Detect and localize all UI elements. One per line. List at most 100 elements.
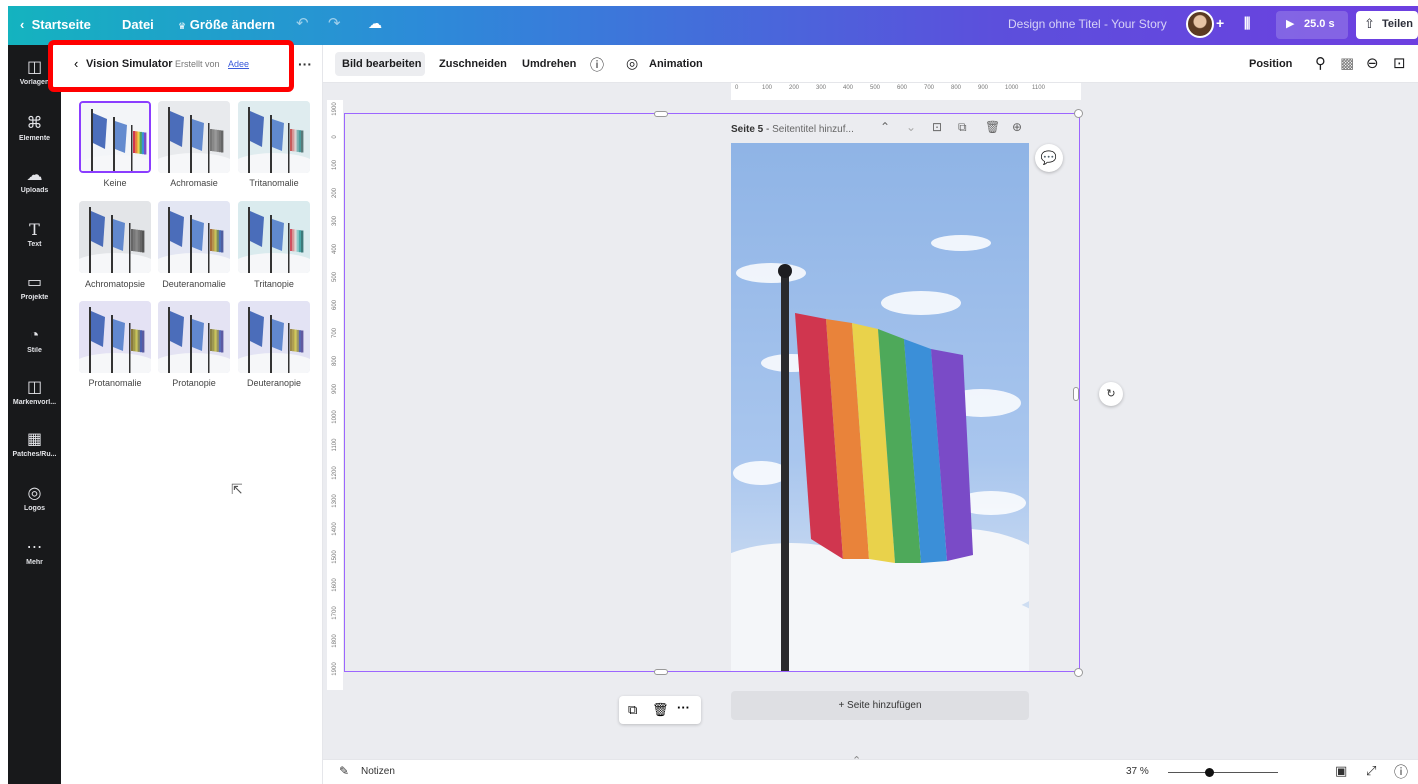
upload-icon: ☁ [26,167,43,184]
duplicate-icon[interactable]: ⧉ [628,702,637,718]
flip-button[interactable]: Umdrehen [522,58,576,70]
flag-photo[interactable] [731,143,1029,671]
delete-page-icon[interactable]: 🗑 [985,120,1000,134]
sidebar-item-projects[interactable]: ▭ Projekte [8,274,61,301]
ruler-tick-label: 400 [843,85,854,91]
ruler-tick-label: 1200 [332,466,338,480]
filter-label: Protanopie [172,378,216,388]
page-actions: ⧉ 🗑 ··· [619,696,701,724]
ruler-tick-label: 0 [332,135,338,139]
fullscreen-icon[interactable]: ⤢ [1366,763,1376,779]
brand-icon: ◫ [26,379,43,396]
page-count-icon[interactable]: ▣ [1335,763,1347,779]
design-title[interactable]: Design ohne Titel - Your Story [1008,17,1167,31]
sidebar-item-logos[interactable]: ◎ Logos [8,485,61,512]
sidebar-item-uploads[interactable]: ☁ Uploads [8,167,61,194]
sidebar-item-text[interactable]: T Text [8,221,61,249]
page-title-placeholder: Seitentitel hinzuf... [772,124,854,135]
ruler-tick-label: 200 [332,188,338,199]
filter-thumbnail[interactable] [158,301,230,373]
info-icon[interactable]: ⓘ [590,55,604,75]
filter-thumbnail[interactable] [79,301,151,373]
link-icon[interactable]: ⊖ [1366,54,1379,72]
page-title[interactable]: Seite 5 - Seitentitel hinzuf... [731,124,854,135]
zoom-slider-handle[interactable] [1204,768,1214,777]
resize-handle[interactable] [654,111,668,117]
resize-label: Größe ändern [189,17,275,32]
help-icon[interactable]: ⓘ [1394,762,1408,782]
resize-handle[interactable] [1073,387,1079,401]
file-menu[interactable]: Datei [122,17,154,32]
home-button[interactable]: ‹ Startseite [20,17,91,32]
insights-icon[interactable]: ⫼ [1244,15,1250,32]
notes-icon[interactable]: ✎ [339,764,349,778]
sidebar-item-label: Stile [27,347,42,354]
add-page-button[interactable]: + Seite hinzufügen [731,691,1029,720]
ruler-tick-label: 600 [332,300,338,311]
edit-image-button[interactable]: Bild bearbeiten [342,58,421,70]
resize-handle[interactable] [1074,668,1083,677]
sidebar-item-styles[interactable]: ◔ Stile [8,327,61,354]
page-canvas[interactable] [731,143,1029,671]
resize-handle[interactable] [654,669,668,675]
app-name[interactable]: Vision Simulator [86,58,173,70]
author-link[interactable]: Adee [228,59,249,69]
filter-label: Achromatopsie [84,279,146,289]
rotate-icon[interactable]: ↻ [1099,382,1123,406]
sidebar-item-brand[interactable]: ◫ Markenvorl... [8,379,61,406]
resize-handle[interactable] [1074,109,1083,118]
filter-thumbnail[interactable] [79,201,151,273]
sidebar-item-label: Mehr [26,559,43,566]
present-button[interactable]: ▶ 25.0 s [1276,11,1348,39]
notes-button[interactable]: Notizen [361,766,395,777]
context-toolbar: Bild bearbeiten Zuschneiden Umdrehen ⓘ ◎… [323,45,1418,83]
play-icon: ▶ [1286,18,1295,30]
add-collaborator-button[interactable]: + [1216,15,1224,31]
cloud-saved-icon[interactable]: ☁ [368,15,382,32]
filter-label: Deuteranopie [246,378,302,388]
avatar[interactable] [1186,10,1214,38]
filter-thumbnail[interactable] [158,101,230,173]
trash-icon[interactable]: 🗑 [652,702,669,718]
crop-button[interactable]: Zuschneiden [439,58,507,70]
zoom-level[interactable]: 37 % [1126,766,1149,777]
sidebar-item-patches[interactable]: ▦ Patches/Ru... [8,431,61,458]
ruler-tick-label: 1400 [332,522,338,536]
lock-icon[interactable]: ⊡ [1393,54,1406,72]
page-label: Seite 5 [731,124,764,135]
expand-pages-icon[interactable]: ⌃ [852,754,861,767]
add-page-icon[interactable]: ⊕ [1012,120,1022,134]
chevron-up-icon[interactable]: ⌃ [880,120,890,134]
resize-button[interactable]: ♛ Größe ändern [178,17,275,32]
comment-icon[interactable]: 💬 [1035,144,1063,172]
filter-thumbnail[interactable] [79,101,151,173]
ruler-tick-label: 1900 [332,662,338,676]
back-icon[interactable]: ‹ [74,56,78,71]
ruler-tick-label: 100 [332,160,338,171]
sidebar-item-label: Projekte [20,294,49,301]
position-button[interactable]: Position [1249,58,1292,70]
ruler-tick-label: 1100 [1032,85,1045,91]
share-button[interactable]: ⇧ Teilen [1356,11,1418,39]
filter-thumbnail[interactable] [238,201,310,273]
ruler-tick-label: 400 [332,244,338,255]
ruler-tick-label: 300 [816,85,827,91]
filter-thumbnail[interactable] [158,201,230,273]
redo-icon[interactable]: ↷ [328,14,341,32]
transparency-icon[interactable]: ▩ [1340,54,1354,72]
sidebar-item-more[interactable]: ⋯ Mehr [8,539,61,566]
paint-roller-icon[interactable]: ⚲ [1315,54,1326,72]
more-options-icon[interactable]: ··· [298,56,312,72]
sidebar-item-elements[interactable]: ⌘ Elemente [8,115,61,142]
animation-button[interactable]: Animation [649,58,703,70]
filter-thumbnail[interactable] [238,301,310,373]
undo-icon[interactable]: ↶ [296,14,309,32]
duplicate-page-icon[interactable]: ⧉ [958,120,967,135]
more-icon[interactable]: ··· [677,700,690,715]
ruler-tick-label: 300 [332,216,338,227]
filter-thumbnail[interactable] [238,101,310,173]
chevron-down-icon[interactable]: ⌄ [906,120,916,134]
crown-icon: ♛ [178,21,187,31]
zoom-slider[interactable] [1168,772,1278,773]
lock-page-icon[interactable]: ⊡ [932,120,942,134]
